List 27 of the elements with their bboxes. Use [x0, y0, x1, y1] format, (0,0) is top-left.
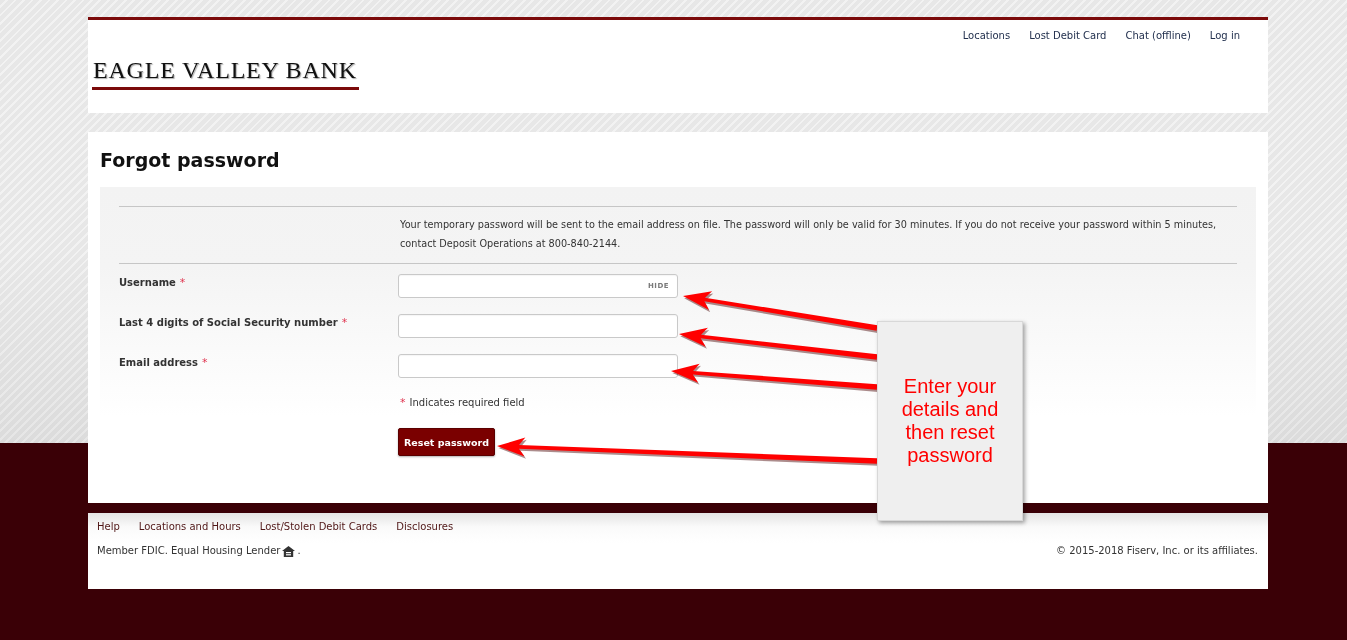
field-label: Email address [119, 356, 199, 370]
period-text: . [297, 544, 301, 558]
page-title: Forgot password [100, 148, 281, 172]
copyright-text: © 2015-2018 Fiserv, Inc. or its affiliates. [1056, 544, 1258, 558]
footer-link[interactable]: Locations and Hours [138, 520, 241, 534]
field-label: Last 4 digits of Social Security number [119, 316, 338, 330]
callout-note: Enter your details and then reset password [877, 321, 1023, 521]
nav-link[interactable]: Locations [962, 28, 1011, 44]
required-mark: * [202, 356, 208, 370]
footer-link[interactable]: Help [97, 520, 120, 534]
nav-link[interactable]: Lost Debit Card [1029, 28, 1107, 44]
nav-link[interactable]: Log in [1209, 28, 1240, 44]
input-field[interactable] [398, 314, 678, 338]
reset-password-button[interactable]: Reset password [398, 428, 495, 456]
required-mark: * [179, 276, 186, 290]
required-note: Indicates required field [409, 396, 525, 410]
required-mark: * [400, 396, 406, 410]
required-mark: * [341, 316, 348, 330]
field-label: Username [119, 276, 176, 290]
input-field[interactable] [398, 354, 678, 378]
house-icon [282, 545, 296, 557]
footer-link[interactable]: Disclosures [396, 520, 454, 534]
member-text: Member FDIC. Equal Housing Lender [97, 544, 281, 558]
bank-logo: EAGLE VALLEY BANK [92, 57, 359, 90]
footer-link[interactable]: Lost/Stolen Debit Cards [259, 520, 378, 534]
nav-link[interactable]: Chat (offline) [1125, 28, 1191, 44]
info-text: Your temporary password will be sent to the email address on file. The password will only be valid for 30 minutes. If you do not receive your password within 5 minutes, contact Deposit Operations at 800-840-2144. [399, 218, 1218, 251]
